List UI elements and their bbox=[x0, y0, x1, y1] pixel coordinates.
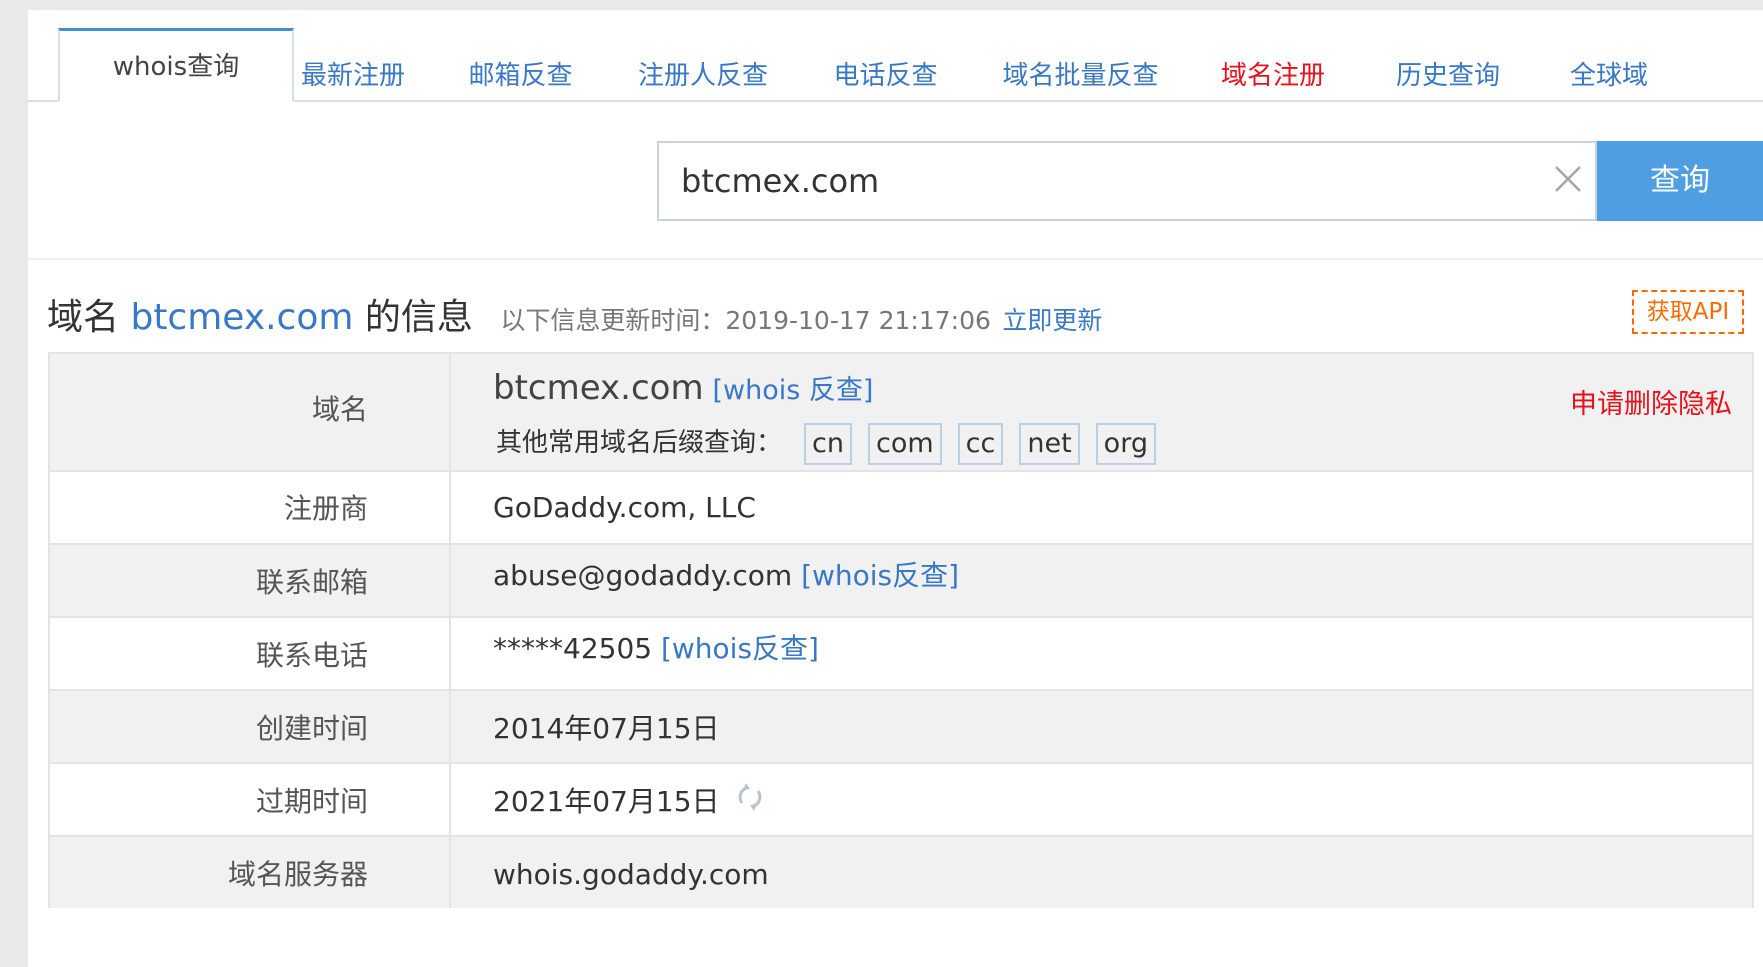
suffix-prompt: 其他常用域名后缀查询： bbox=[496, 428, 783, 458]
column-divider bbox=[449, 545, 451, 616]
table-row-expires: 过期时间 2021年07月15日 bbox=[50, 764, 1752, 837]
tab-registrant-reverse[interactable]: 注册人反查 bbox=[603, 40, 803, 110]
tab-bar: whois查询 最新注册 邮箱反查 注册人反查 电话反查 域名批量反查 域名注册… bbox=[28, 10, 1763, 102]
row-label: 过期时间 bbox=[255, 785, 368, 818]
phone-whois-link[interactable]: [whois反查] bbox=[661, 632, 819, 665]
suffix-query: 其他常用域名后缀查询： cn com cc net org bbox=[496, 422, 1172, 465]
row-label: 联系邮箱 bbox=[255, 566, 368, 599]
row-value: *****42505 [whois反查] bbox=[493, 618, 819, 680]
row-label: 域名服务器 bbox=[227, 858, 368, 891]
column-divider bbox=[449, 764, 451, 835]
suffix-cc[interactable]: cc bbox=[957, 422, 1004, 465]
column-divider bbox=[449, 837, 451, 908]
table-row-domain: 域名 btcmex.com [whois 反查] 其他常用域名后缀查询： cn co… bbox=[50, 354, 1752, 472]
tab-email-reverse[interactable]: 邮箱反查 bbox=[433, 40, 608, 110]
row-label: 注册商 bbox=[283, 492, 368, 525]
refresh-icon[interactable] bbox=[734, 781, 766, 813]
email-whois-link[interactable]: [whois反查] bbox=[801, 559, 959, 592]
row-value: btcmex.com [whois 反查] bbox=[493, 368, 873, 408]
expires-value: 2021年07月15日 bbox=[493, 785, 720, 818]
whois-reverse-link[interactable]: [whois 反查] bbox=[713, 375, 874, 406]
table-row-created: 创建时间 2014年07月15日 bbox=[50, 691, 1752, 764]
phone-value: *****42505 bbox=[493, 632, 653, 665]
row-value: abuse@godaddy.com [whois反查] bbox=[493, 545, 959, 607]
table-row-phone: 联系电话 *****42505 [whois反查] bbox=[50, 618, 1752, 691]
tab-phone-reverse[interactable]: 电话反查 bbox=[798, 40, 973, 110]
remove-privacy-link[interactable]: 申请删除隐私 bbox=[1570, 382, 1732, 421]
registrar-value: GoDaddy.com, LLC bbox=[493, 491, 756, 524]
row-label: 联系电话 bbox=[255, 639, 368, 672]
column-divider bbox=[449, 472, 451, 543]
row-label: 创建时间 bbox=[255, 712, 368, 745]
title-prefix: 域名 bbox=[47, 297, 120, 338]
table-row-registrar: 注册商 GoDaddy.com, LLC bbox=[50, 472, 1752, 545]
table-row-email: 联系邮箱 abuse@godaddy.com [whois反查] bbox=[50, 545, 1752, 618]
refresh-now-link[interactable]: 立即更新 bbox=[1002, 306, 1102, 335]
tab-new-registrations[interactable]: 最新注册 bbox=[273, 40, 433, 110]
suffix-org[interactable]: org bbox=[1095, 422, 1156, 465]
tab-global[interactable]: 全球域 bbox=[1538, 40, 1740, 110]
divider bbox=[28, 258, 1763, 260]
tab-history[interactable]: 历史查询 bbox=[1363, 40, 1533, 110]
column-divider bbox=[449, 618, 451, 689]
page: whois查询 最新注册 邮箱反查 注册人反查 电话反查 域名批量反查 域名注册… bbox=[28, 10, 1763, 967]
tab-whois-query[interactable]: whois查询 bbox=[58, 28, 294, 102]
search-button[interactable]: 查询 bbox=[1597, 141, 1763, 221]
page-title: 域名 btcmex.com 的信息 以下信息更新时间：2019-10-17 21… bbox=[47, 288, 1102, 340]
get-api-button[interactable]: 获取API bbox=[1632, 290, 1744, 334]
row-label: 域名 bbox=[311, 393, 368, 426]
search-bar: btcmex.com 查询 bbox=[657, 141, 1763, 221]
suffix-cn[interactable]: cn bbox=[804, 422, 852, 465]
domain-name: btcmex.com bbox=[493, 368, 704, 408]
nameserver-value: whois.godaddy.com bbox=[493, 858, 769, 891]
whois-info-table: 域名 btcmex.com [whois 反查] 其他常用域名后缀查询： cn co… bbox=[48, 352, 1754, 908]
close-icon[interactable] bbox=[1550, 161, 1586, 197]
tab-batch-reverse[interactable]: 域名批量反查 bbox=[973, 40, 1188, 110]
title-suffix: 的信息 bbox=[364, 297, 473, 338]
tab-domain-register[interactable]: 域名注册 bbox=[1188, 40, 1358, 110]
column-divider bbox=[449, 354, 451, 470]
search-input[interactable]: btcmex.com bbox=[657, 141, 1597, 221]
suffix-com[interactable]: com bbox=[867, 422, 942, 465]
suffix-net[interactable]: net bbox=[1019, 422, 1080, 465]
update-time-text: 以下信息更新时间：2019-10-17 21:17:06 bbox=[500, 306, 991, 335]
row-value: 2021年07月15日 bbox=[493, 764, 766, 840]
title-domain: btcmex.com bbox=[130, 297, 354, 338]
column-divider bbox=[449, 691, 451, 762]
created-value: 2014年07月15日 bbox=[493, 712, 720, 745]
table-row-nameserver: 域名服务器 whois.godaddy.com bbox=[50, 837, 1752, 908]
email-value: abuse@godaddy.com bbox=[493, 559, 793, 592]
